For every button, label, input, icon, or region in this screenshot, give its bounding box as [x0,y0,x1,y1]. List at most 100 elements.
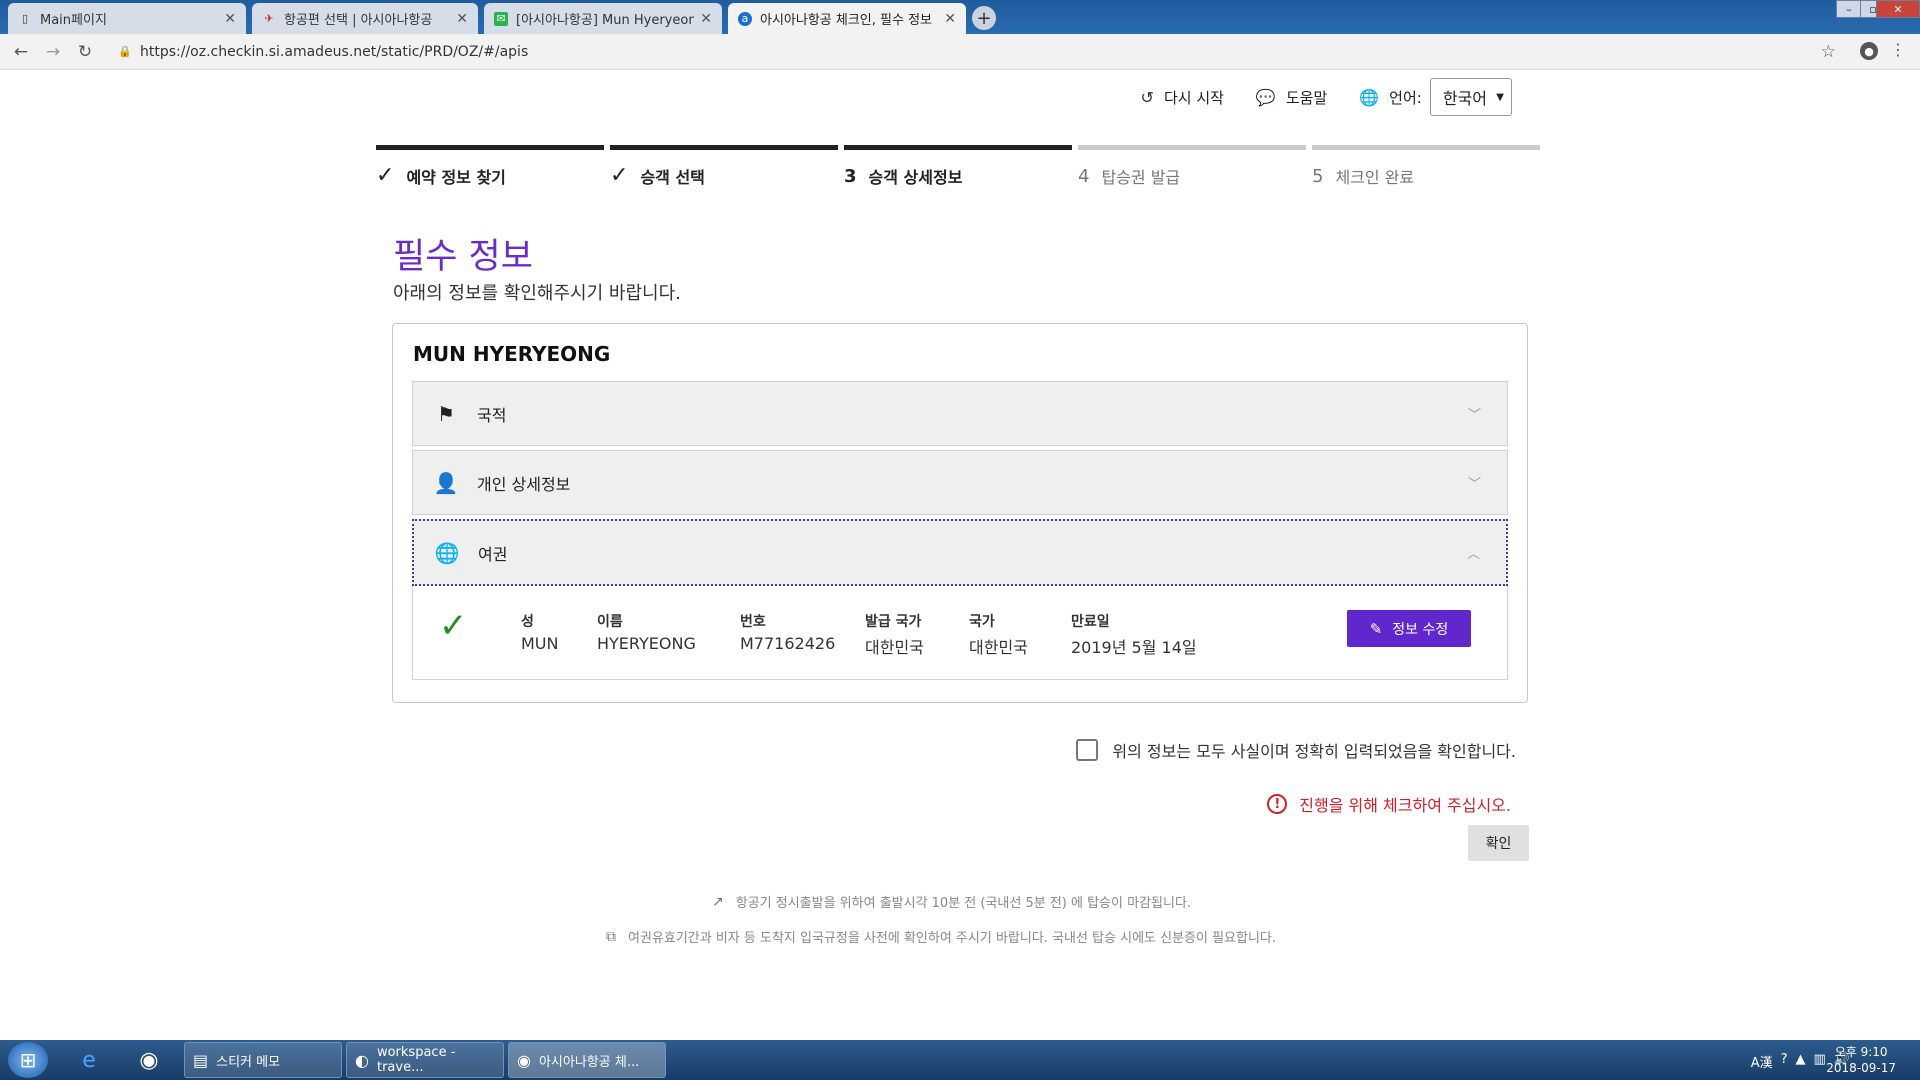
close-icon[interactable]: ✕ [456,11,468,27]
browser-tab-bar: ▯ Main페이지 ✕ ✈ 항공편 선택 | 아시아나항공 ✕ ✉ [아시아나항… [0,0,1920,34]
check-success-icon: ✓ [439,606,468,646]
confirm-button[interactable]: 확인 [1468,825,1529,861]
external-link-icon: ↗ [712,893,724,910]
internet-explorer-icon[interactable]: e [72,1044,106,1076]
page-subtitle: 아래의 정보를 확인해주시기 바랍니다. [393,283,681,304]
clock-time: 오후 9:10 [1834,1045,1888,1059]
field-value: MUN [521,634,559,653]
field-value: M77162426 [740,634,836,653]
globe-icon: 🌐 [1359,87,1380,107]
passenger-card: MUN HYERYEONG ⚑ 국적 ﹀ 👤 개인 상세정보 ﹀ 🌐 여권 ︿ … [392,323,1528,703]
url-input[interactable]: https://oz.checkin.si.amadeus.net/static… [140,41,528,63]
menu-kebab-icon[interactable]: ⋮ [1890,40,1906,59]
taskbar-task-sticky-notes[interactable]: ▤ 스티커 메모 [184,1042,342,1078]
accordion-label: 국적 [477,405,507,425]
step-label: 승객 선택 [640,168,705,187]
step-find-booking: ✓ 예약 정보 찾기 [376,145,604,188]
confirm-checkbox[interactable] [1076,739,1099,761]
profile-icon[interactable]: ● [1860,42,1878,60]
help-icon[interactable]: ? [1781,1052,1788,1071]
close-icon[interactable]: ✕ [224,11,236,27]
field-label: 국가 [969,614,995,630]
asiana-logo-icon: ✈ [264,12,274,25]
chevron-down-icon: ﹀ [1467,408,1481,423]
error-icon: ! [1267,794,1288,814]
accordion-personal-details[interactable]: 👤 개인 상세정보 ﹀ [412,450,1508,515]
field-label: 번호 [740,614,766,630]
edit-info-button[interactable]: ✎ 정보 수정 [1347,610,1471,647]
help-label: 도움말 [1285,88,1328,107]
step-number: 5 [1312,165,1324,187]
accordion-nationality[interactable]: ⚑ 국적 ﹀ [412,381,1508,446]
mail-icon: ✉ [494,11,508,26]
browser-tab-active[interactable]: a 아시아나항공 체크인, 필수 정보 ✕ [728,3,966,34]
taskbar-clock[interactable]: 오후 9:10 2018-09-17 [1826,1044,1896,1076]
taskbar-task-eclipse[interactable]: ◐ workspace - trave... [346,1042,504,1078]
restart-icon: ↺ [1140,87,1154,107]
step-boarding-pass: 4 탑승권 발급 [1078,145,1306,188]
close-icon[interactable]: ✕ [700,11,712,27]
chevron-up-icon: ︿ [1466,547,1480,562]
task-title: 아시아나항공 체... [538,1054,640,1070]
step-number: 3 [844,165,857,187]
close-icon[interactable]: ✕ [944,11,956,27]
window-close-button[interactable]: ✕ [1876,0,1920,18]
restart-label: 다시 시작 [1163,88,1224,107]
note-text: 항공기 정시출발을 위하여 출발시각 10분 전 (국내선 5분 전) 에 탑승… [735,896,1192,911]
top-navigation: ↺ 다시 시작 💬 도움말 🌐 언어: 한국어 ▼ [1109,78,1512,116]
browser-tab[interactable]: ✈ 항공편 선택 | 아시아나항공 ✕ [252,3,478,34]
person-icon: 👤 [433,470,459,495]
field-value: 2019년 5월 14일 [1071,638,1197,657]
confirm-checkbox-label[interactable]: 위의 정보는 모두 사실이며 정확히 입력되었음을 확인합니다. [1112,738,1516,762]
language-value: 한국어 [1442,89,1487,108]
back-arrow-icon[interactable]: ← [10,41,32,63]
forward-arrow-icon[interactable]: → [42,41,64,63]
note-boarding-close: ↗ 항공기 정시출발을 위하여 출발시각 10분 전 (국내선 5분 전) 에 … [712,892,1192,912]
passenger-name: MUN HYERYEONG [413,342,611,366]
language-selector: 🌐 언어: 한국어 ▼ [1359,78,1512,116]
browser-tab[interactable]: ▯ Main페이지 ✕ [8,3,246,34]
field-given-name: 이름 HYERYEONG [597,611,696,653]
network-icon[interactable]: ▥ [1814,1052,1826,1071]
tab-title: 아시아나항공 체크인, 필수 정보 [760,13,933,28]
edit-info-label: 정보 수정 [1392,621,1449,638]
show-hidden-icons-icon[interactable]: ▲ [1796,1052,1806,1071]
checkmark-icon: ✓ [610,163,629,188]
field-country: 국가 대한민국 [969,611,1028,658]
accordion-passport[interactable]: 🌐 여권 ︿ [412,519,1508,586]
field-value: HYERYEONG [597,634,696,653]
flag-icon: ⚑ [437,401,455,426]
dropdown-arrow-icon: ▼ [1496,92,1504,103]
ime-icon[interactable]: A漢 [1751,1052,1773,1071]
field-value: 대한민국 [969,638,1028,657]
reload-icon[interactable]: ↻ [74,41,96,63]
help-link[interactable]: 💬 도움말 [1256,87,1327,108]
restart-link[interactable]: ↺ 다시 시작 [1141,87,1224,108]
bookmark-star-icon[interactable]: ☆ [1821,42,1836,62]
new-window-icon: ⧉ [606,928,616,945]
globe-icon: 🌐 [434,540,460,565]
language-label: 언어: [1389,88,1422,107]
task-title: workspace - trave... [376,1045,456,1075]
step-label: 승객 상세정보 [868,168,963,187]
field-value: 대한민국 [865,638,924,657]
note-passport-visa: ⧉ 여권유효기간과 비자 등 도착지 입국규정을 사전에 확인하여 주시기 바랍… [606,927,1276,947]
accordion-label: 여권 [478,544,508,564]
field-expiry-date: 만료일 2019년 5월 14일 [1071,611,1197,658]
error-message: ! 진행을 위해 체크하여 주십시오. [1267,792,1511,816]
field-label: 만료일 [1071,614,1110,630]
lock-icon: 🔒 [118,45,132,58]
chrome-icon[interactable]: ◉ [132,1044,166,1076]
browser-tab[interactable]: ✉ [아시아나항공] Mun Hyeryeong ✕ [484,3,722,34]
start-button[interactable]: ⊞ [8,1042,48,1078]
amadeus-icon: a [738,11,752,26]
field-surname: 성 MUN [521,611,558,653]
step-passenger-details: 3 승객 상세정보 [844,145,1072,188]
chevron-down-icon: ﹀ [1467,477,1481,492]
taskbar-task-chrome[interactable]: ◉ 아시아나항공 체... [508,1042,666,1078]
new-tab-button[interactable]: + [972,6,996,30]
passport-details: ✓ 성 MUN 이름 HYERYEONG 번호 M77162426 발급 국가 … [412,586,1508,680]
pencil-icon: ✎ [1369,619,1383,638]
language-select[interactable]: 한국어 ▼ [1429,78,1512,116]
minimize-button[interactable]: – [1836,0,1862,18]
